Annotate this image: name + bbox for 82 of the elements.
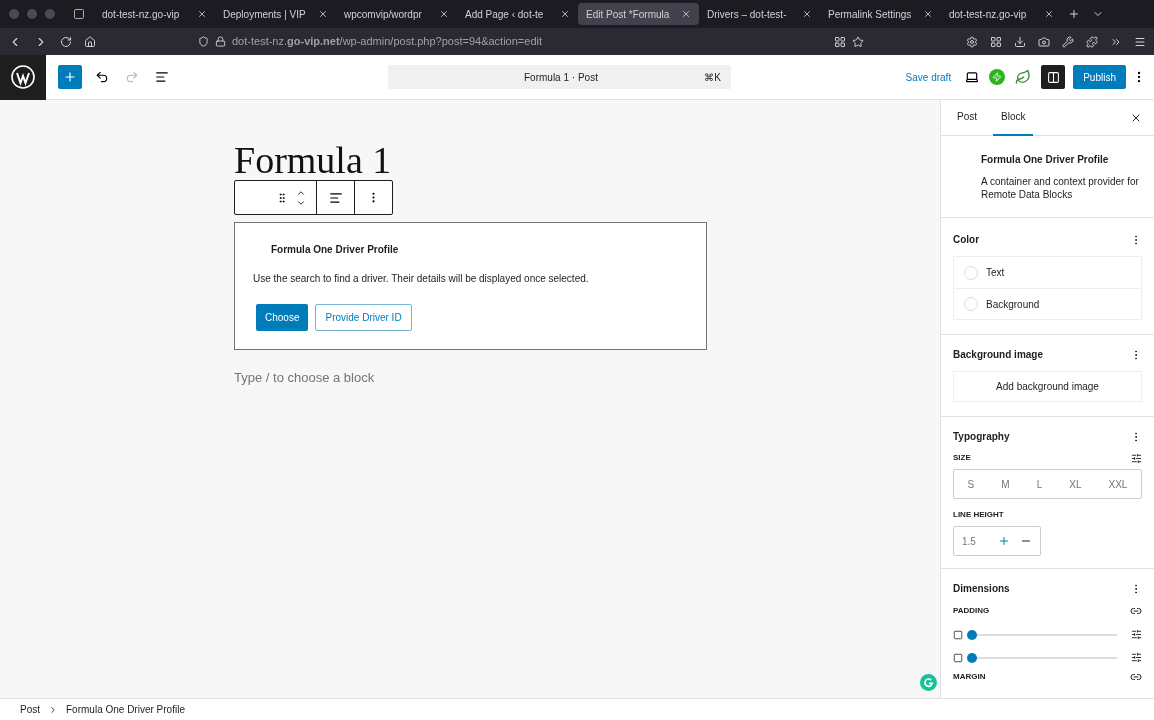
browser-tab[interactable]: Drivers – dot-test- — [699, 3, 820, 25]
wordpress-logo[interactable] — [0, 54, 46, 100]
browser-tab[interactable]: Add Page ‹ dot-te — [457, 3, 578, 25]
close-icon[interactable] — [318, 9, 328, 19]
sidebar-icon — [1046, 70, 1060, 84]
sliders-icon[interactable] — [1131, 652, 1142, 663]
size-option[interactable]: XL — [1065, 474, 1086, 494]
lock-icon — [215, 36, 226, 47]
download-icon[interactable] — [1014, 35, 1026, 48]
color-option[interactable]: Text — [954, 257, 1141, 288]
shield-icon — [198, 36, 209, 47]
add-background-image-button[interactable]: Add background image — [953, 371, 1142, 402]
close-icon[interactable] — [802, 9, 812, 19]
choose-button[interactable]: Choose — [256, 304, 309, 331]
close-icon[interactable] — [923, 9, 933, 19]
align-icon[interactable] — [328, 190, 343, 205]
size-option[interactable]: L — [1032, 474, 1047, 494]
size-option[interactable]: XXL — [1104, 474, 1132, 494]
browser-tab[interactable]: Edit Post *Formula — [578, 3, 699, 25]
reload-icon[interactable] — [60, 35, 72, 48]
slider-thumb[interactable] — [967, 629, 977, 640]
link-icon[interactable] — [1130, 671, 1142, 683]
add-block-button[interactable] — [58, 65, 82, 89]
url-field[interactable]: dot-test-nz.go-vip.net/wp-admin/post.php?post=94&action=edit — [232, 33, 542, 50]
section-title: Background image — [953, 348, 1045, 362]
camera-icon[interactable] — [1038, 35, 1050, 48]
grid-icon[interactable] — [834, 35, 846, 48]
margin-label: MARGIN — [953, 671, 987, 683]
plus-icon[interactable] — [998, 535, 1010, 547]
section-title: Dimensions — [953, 582, 1011, 596]
driver-id-button[interactable]: Provide Driver ID — [315, 304, 412, 331]
section-title: Color — [953, 233, 981, 247]
shortcut-label: ⌘K — [704, 70, 721, 85]
color-option[interactable]: Background — [954, 288, 1141, 319]
settings-toggle-button[interactable] — [1041, 65, 1066, 89]
sidebar-tab[interactable]: Post — [949, 100, 985, 136]
home-icon[interactable] — [84, 35, 96, 48]
breadcrumb-link[interactable]: Formula One Driver Profile — [66, 702, 185, 717]
slider-thumb[interactable] — [967, 652, 977, 663]
close-icon[interactable] — [439, 9, 449, 19]
wrench-icon[interactable] — [1062, 35, 1074, 48]
lightning-icon[interactable] — [989, 69, 1006, 85]
block-description: Use the search to find a driver. Their details will be displayed once selected. — [253, 272, 590, 286]
block-card-description: A container and context provider for Remote Data Blocks — [981, 175, 1140, 201]
plus-icon — [63, 70, 77, 84]
block-card-title: Formula One Driver Profile — [981, 153, 1110, 167]
gear-icon[interactable] — [966, 35, 978, 48]
browser-tab[interactable]: wpcomvip/wordpr — [336, 3, 457, 25]
line-height-label: LINE HEIGHT — [953, 509, 1005, 521]
size-label: SIZE — [953, 452, 972, 464]
browser-tab[interactable]: Deployments | VIP — [215, 3, 336, 25]
block-title: Formula One Driver Profile — [270, 243, 400, 257]
save-draft-button[interactable]: Save draft — [905, 69, 952, 85]
block-placeholder[interactable]: Type / to choose a block — [234, 368, 706, 388]
puzzle-icon[interactable] — [1086, 35, 1098, 48]
browser-tab[interactable]: dot-test-nz.go-vip — [94, 3, 215, 25]
command-palette[interactable]: Formula 1 · Post ⌘K — [387, 65, 731, 89]
leaf-icon[interactable] — [1015, 69, 1032, 85]
browser-tab[interactable]: Permalink Settings — [820, 3, 941, 25]
laptop-icon[interactable] — [965, 70, 980, 84]
close-icon[interactable] — [560, 9, 570, 19]
link-icon[interactable] — [1130, 605, 1142, 617]
post-title[interactable]: Formula 1 — [234, 140, 706, 180]
close-icon[interactable] — [197, 9, 207, 19]
sliders-icon[interactable] — [1131, 629, 1142, 640]
chevron-right-icon — [48, 704, 58, 715]
section-title: Typography — [953, 430, 1011, 444]
size-option[interactable]: M — [997, 474, 1014, 494]
sidebar-tab[interactable]: Block — [993, 100, 1034, 136]
menu-icon[interactable] — [1134, 35, 1146, 48]
padding-label: PADDING — [953, 605, 991, 617]
grid-icon[interactable] — [990, 35, 1002, 48]
publish-button[interactable]: Publish — [1073, 65, 1126, 89]
size-option[interactable]: S — [963, 474, 979, 494]
breadcrumb-link[interactable]: Post — [20, 702, 40, 717]
browser-tab[interactable]: dot-test-nz.go-vip — [941, 3, 1062, 25]
drag-handle-icon[interactable] — [276, 191, 288, 204]
sliders-icon[interactable] — [1131, 452, 1142, 464]
line-height-field[interactable]: 1.5 — [953, 526, 1041, 556]
driver-profile-block[interactable]: Formula One Driver Profile Use the search to find a driver. Their details will be displayed once selected. Choose Provide Driver ID — [234, 222, 707, 350]
star-icon[interactable] — [852, 35, 864, 48]
close-icon[interactable] — [1044, 9, 1054, 19]
